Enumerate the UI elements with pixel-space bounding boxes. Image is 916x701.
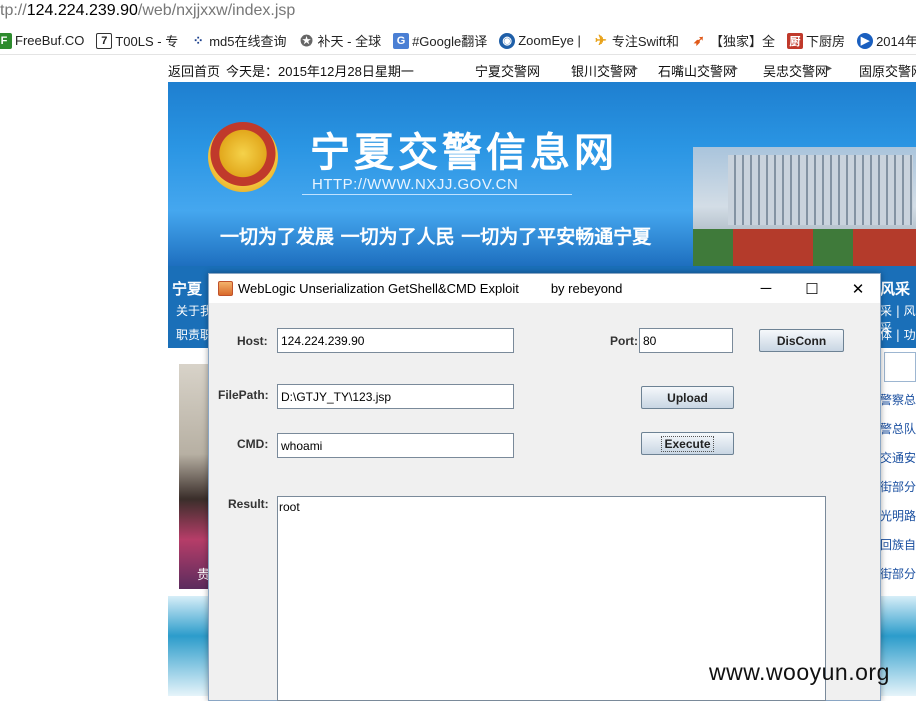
bookmark-label: #Google翻译 xyxy=(412,34,488,49)
right-tab-box[interactable] xyxy=(884,352,916,382)
bookmark-label: 补天 - 全球 xyxy=(317,34,382,49)
site-slogan: 一切为了发展 一切为了人民 一切为了平安畅通宁夏 xyxy=(220,226,652,248)
dialog-author: by rebeyond xyxy=(550,281,623,296)
upload-button-label: Upload xyxy=(667,390,708,405)
screenshot-root: tp://124.224.239.90/web/nxjjxxw/index.js… xyxy=(0,0,916,701)
port-input[interactable]: 80 xyxy=(639,328,733,353)
bookmark-label: 专注Swift和 xyxy=(611,34,680,49)
url-path: /web/nxjjxxw/index.jsp xyxy=(137,2,296,19)
url-host: 124.224.239.90 xyxy=(26,2,138,19)
nav-link-guyuan[interactable]: 固原交警网 xyxy=(859,61,916,80)
tools-icon: 7 xyxy=(96,32,113,49)
bookmarks-bar: F FreeBuf.CO 7 T00LS - 专 ⁘ md5在线查询 ✪ 补天 - 全球… xyxy=(0,27,916,55)
bookmark-google-translate[interactable]: G #Google翻译 xyxy=(393,30,487,52)
bookmark-label: FreeBuf.CO xyxy=(15,33,85,48)
freebuf-icon: F xyxy=(0,32,12,49)
filepath-label: FilePath: xyxy=(218,388,269,402)
nav-link-wuzhong[interactable]: 吴忠交警网 xyxy=(763,61,828,80)
disconnect-button-label: DisConn xyxy=(776,333,827,348)
nav-arrow-icon: ▸ xyxy=(733,63,739,74)
nav-link-yinchuan[interactable]: 银川交警网 xyxy=(571,61,636,80)
google-translate-icon: G xyxy=(393,32,410,49)
maximize-icon[interactable]: ☐ xyxy=(789,274,835,303)
list-item[interactable]: 回族自治 xyxy=(880,531,916,560)
site-url: HTTP://WWW.NXJJ.GOV.CN xyxy=(312,176,519,193)
list-item[interactable]: 街部分 xyxy=(880,473,916,502)
filepath-input[interactable]: D:\GTJY_TY\123.jsp xyxy=(277,384,514,409)
exploit-dialog: WebLogic Unserialization GetShell&CMD Ex… xyxy=(208,273,881,701)
bookmark-label: 2014年 xyxy=(876,34,916,49)
bookmark-label: T00LS - 专 xyxy=(115,34,179,49)
bookmark-butian[interactable]: ✪ 补天 - 全球 xyxy=(298,30,382,52)
police-emblem-icon xyxy=(208,122,278,192)
execute-button-label: Execute xyxy=(661,435,714,452)
bookmark-xiachufang[interactable]: 厨下厨房 xyxy=(787,30,845,52)
top-navigation: 返回首页 今天是：2015年12月28日星期一 宁夏交警网 银川交警网 ▸ 石嘴… xyxy=(168,56,916,82)
close-icon[interactable]: ✕ xyxy=(835,274,881,303)
bookmark-zoomeye[interactable]: ◉ ZoomEye | xyxy=(499,30,581,52)
nav-arrow-icon: ▸ xyxy=(827,63,833,74)
list-item[interactable]: 街部分 xyxy=(880,560,916,589)
host-label: Host: xyxy=(237,334,268,348)
watermark: www.wooyun.org xyxy=(709,659,890,685)
port-label: Port: xyxy=(610,334,638,348)
nav-link-shizuishan[interactable]: 石嘴山交警网 xyxy=(658,61,736,80)
site-title: 宁夏交警信息网 xyxy=(310,130,618,176)
swift-icon: ✈ xyxy=(592,32,609,49)
eye-icon: ◉ xyxy=(499,32,516,49)
disconnect-button[interactable]: DisConn xyxy=(759,329,844,352)
bookmark-swift[interactable]: ✈ 专注Swift和 xyxy=(592,30,680,52)
bookmark-label: 下厨房 xyxy=(806,34,846,49)
arrow-icon: ➶ xyxy=(691,32,708,49)
bookmark-label: 【独家】全 xyxy=(710,34,776,49)
host-input[interactable]: 124.224.239.90 xyxy=(277,328,514,353)
java-app-icon xyxy=(218,281,233,296)
section-link-right[interactable]: 体 | 功 xyxy=(880,326,916,343)
dialog-title: WebLogic Unserialization GetShell&CMD Ex… xyxy=(238,281,622,296)
bookmark-label: md5在线查询 xyxy=(209,34,287,49)
result-label: Result: xyxy=(228,497,269,511)
bookmark-freebuf[interactable]: F FreeBuf.CO xyxy=(0,30,84,52)
cmd-label: CMD: xyxy=(237,437,269,451)
banner-divider xyxy=(302,194,572,195)
section-link-left[interactable]: 职责职 xyxy=(176,326,212,343)
section-title-left: 宁夏 xyxy=(172,280,203,298)
dialog-title-text: WebLogic Unserialization GetShell&CMD Ex… xyxy=(238,281,519,296)
execute-button[interactable]: Execute xyxy=(641,432,734,455)
building-image xyxy=(693,147,916,266)
bookmark-md5[interactable]: ⁘ md5在线查询 xyxy=(190,30,287,52)
bookmark-label: ZoomEye | xyxy=(518,33,581,48)
star-icon: ✪ xyxy=(298,32,315,50)
right-news-list: 警察总队 警总队 交通安 街部分 光明路 回族自治 街部分 xyxy=(880,386,916,589)
nav-link-ningxia[interactable]: 宁夏交警网 xyxy=(475,61,540,80)
url-scheme: tp:// xyxy=(0,2,27,19)
address-bar[interactable]: tp://124.224.239.90/web/nxjjxxw/index.js… xyxy=(0,0,916,27)
play-icon: ▶ xyxy=(857,32,874,49)
nav-arrow-icon: ▸ xyxy=(633,63,639,74)
bookmark-2014[interactable]: ▶ 2014年 xyxy=(857,30,916,52)
minimize-icon[interactable]: ─ xyxy=(743,274,789,303)
list-item[interactable]: 警总队 xyxy=(880,415,916,444)
dialog-titlebar[interactable]: WebLogic Unserialization GetShell&CMD Ex… xyxy=(209,274,880,303)
cmd-input[interactable]: whoami xyxy=(277,433,514,458)
list-item[interactable]: 警察总队 xyxy=(880,386,916,415)
upload-button[interactable]: Upload xyxy=(641,386,734,409)
news-photo[interactable]: 贵 xyxy=(179,364,210,589)
bookmark-tools[interactable]: 7 T00LS - 专 xyxy=(96,30,178,52)
list-item[interactable]: 光明路 xyxy=(880,502,916,531)
section-link-left[interactable]: 关于我 xyxy=(176,302,212,319)
grid-icon: ⁘ xyxy=(190,32,207,49)
section-title-right: 风采 xyxy=(880,280,911,298)
bookmark-exclusive[interactable]: ➶ 【独家】全 xyxy=(691,30,775,52)
nav-home-link[interactable]: 返回首页 xyxy=(168,61,220,80)
nav-date: 今天是：2015年12月28日星期一 xyxy=(226,64,414,79)
kitchen-icon: 厨 xyxy=(787,32,804,49)
list-item[interactable]: 交通安 xyxy=(880,444,916,473)
site-banner: 宁夏交警信息网 HTTP://WWW.NXJJ.GOV.CN 一切为了发展 一切… xyxy=(168,82,916,266)
